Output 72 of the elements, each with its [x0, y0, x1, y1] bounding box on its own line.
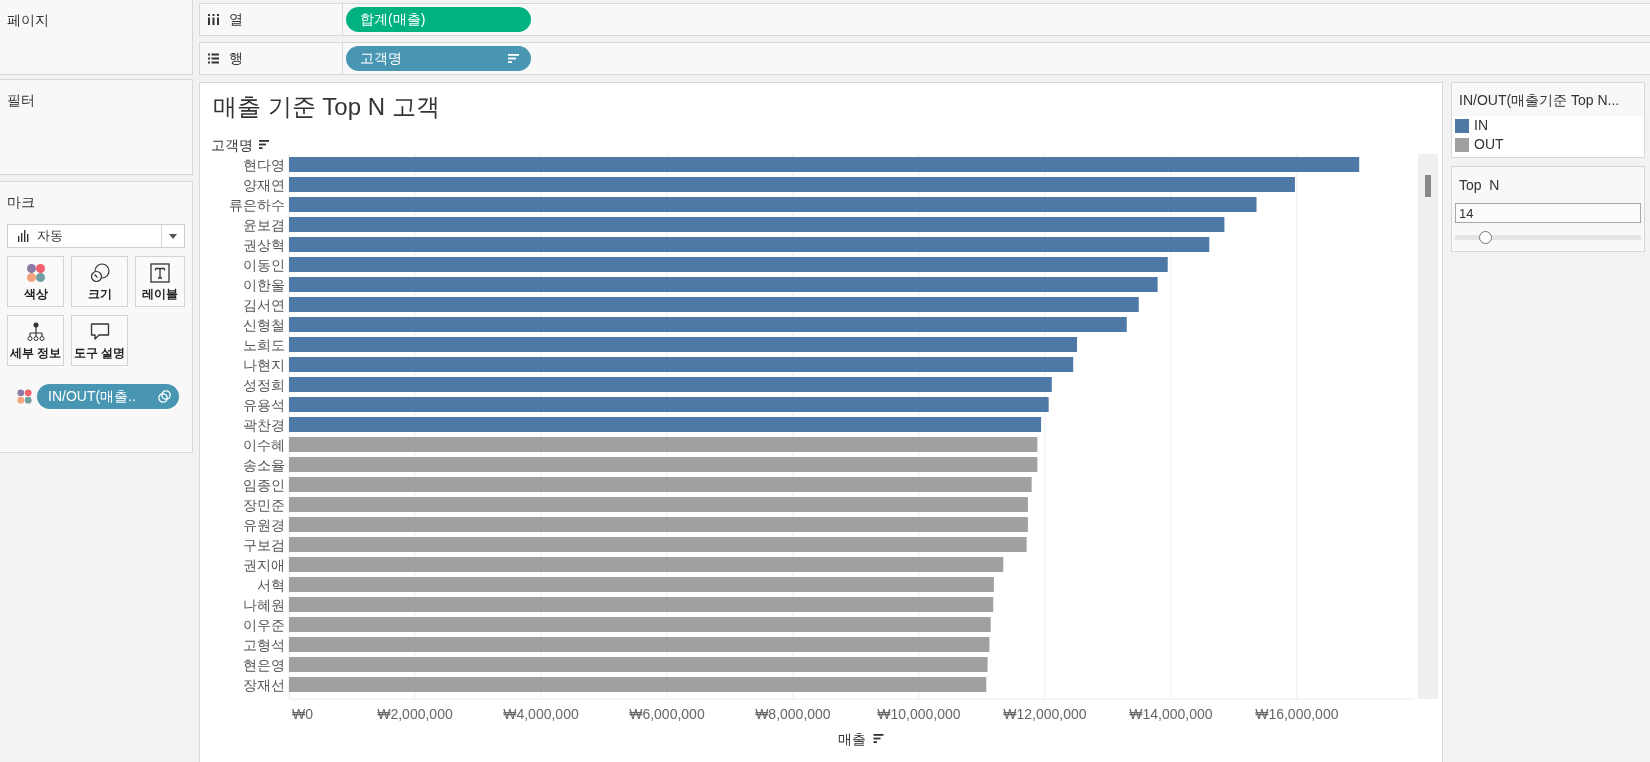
- customer-name-label: 장민준: [243, 496, 285, 513]
- sort-icon: [873, 734, 884, 743]
- sort-icon: [259, 140, 269, 149]
- axis-tick-label: ₩16,000,000: [1255, 706, 1339, 722]
- shelf-label: 행: [229, 49, 243, 68]
- customer-name-label: 현은영: [243, 656, 285, 673]
- axis-tick-label: ₩14,000,000: [1129, 706, 1213, 722]
- customer-name-label: 양재연: [243, 176, 285, 193]
- legend-label: OUT: [1474, 137, 1504, 152]
- chart-title: 매출 기준 Top N 고객: [212, 92, 440, 122]
- scrollbar-thumb[interactable]: [1425, 175, 1431, 197]
- legend-label: IN: [1474, 118, 1488, 133]
- customer-name-label: 이한울: [243, 276, 285, 293]
- columns-icon: [208, 14, 219, 25]
- color-dots-icon: [25, 263, 46, 283]
- axis-tick-label: ₩2,000,000: [377, 706, 453, 722]
- customer-name-label: 곽찬경: [243, 416, 285, 433]
- customer-name-label: 유용석: [243, 396, 285, 413]
- customer-name-label: 이동인: [243, 256, 285, 273]
- customer-name-label: 이수혜: [243, 436, 285, 453]
- customer-name-label: 김서연: [243, 296, 285, 313]
- customer-name-label: 서혁: [257, 576, 285, 593]
- mark-card-button[interactable]: 레이블: [135, 256, 185, 307]
- panel-title: 페이지: [6, 11, 49, 29]
- legend-title: IN/OUT(매출기준 Top N...: [1452, 83, 1644, 116]
- slider-thumb[interactable]: [1478, 231, 1492, 244]
- customer-name-label: 류은하수: [229, 196, 285, 213]
- text-box-icon: [150, 263, 170, 283]
- rows-icon: [208, 53, 219, 64]
- axis-tick-label: ₩0: [292, 706, 313, 722]
- customer-name-label: 나현지: [243, 356, 285, 373]
- size-circles-icon: [89, 263, 110, 283]
- color-dots-icon: [17, 389, 32, 404]
- customer-name-label: 송소율: [243, 456, 285, 473]
- customer-name-label: 노희도: [243, 336, 285, 353]
- customer-name-label: 고형석: [243, 636, 285, 653]
- mark-card-button[interactable]: 세부 정보: [7, 315, 64, 366]
- mark-card-button[interactable]: 도구 설명: [71, 315, 128, 366]
- axis-title: 고객명: [211, 138, 253, 153]
- axis-title: 매출: [837, 731, 866, 747]
- speech-bubble-icon: [89, 322, 110, 342]
- customer-name-label: 권상혁: [243, 236, 285, 253]
- customer-name-label: 나혜원: [243, 596, 285, 613]
- customer-name-label: 장재선: [243, 676, 285, 693]
- customer-name-label: 신형철: [243, 316, 285, 333]
- overlapping-circles-icon: [158, 390, 171, 403]
- axis-tick-label: ₩12,000,000: [1003, 706, 1087, 722]
- parameter-value-field[interactable]: 14: [1455, 203, 1641, 223]
- panel-title: 마크: [6, 193, 35, 211]
- axis-tick-label: ₩6,000,000: [629, 706, 705, 722]
- scrollbar-track[interactable]: [1418, 154, 1438, 699]
- mark-card-button[interactable]: 색상: [7, 256, 64, 307]
- hierarchy-icon: [25, 322, 46, 342]
- axis-tick-label: ₩8,000,000: [755, 706, 831, 722]
- customer-name-label: 현다영: [243, 156, 285, 173]
- mark-card-button[interactable]: 크기: [71, 256, 128, 307]
- customer-name-label: 유원경: [243, 516, 285, 533]
- customer-name-label: 윤보겸: [243, 216, 285, 233]
- shelf-label: 열: [229, 10, 243, 29]
- customer-name-label: 성정희: [243, 376, 285, 393]
- customer-name-label: 임종인: [243, 476, 285, 493]
- customer-name-label: 권지애: [243, 556, 285, 573]
- axis-tick-label: ₩10,000,000: [877, 706, 961, 722]
- customer-name-label: 구보검: [243, 536, 285, 553]
- panel-title: 필터: [6, 91, 35, 109]
- mark-type-dropdown[interactable]: 자동: [7, 224, 185, 248]
- axis-tick-label: ₩4,000,000: [503, 706, 579, 722]
- caret-icon: [169, 233, 177, 239]
- parameter-title: Top N: [1458, 176, 1500, 193]
- slider-track[interactable]: [1455, 235, 1641, 240]
- bar-chart-icon: [18, 230, 29, 242]
- customer-name-label: 이우준: [243, 616, 285, 633]
